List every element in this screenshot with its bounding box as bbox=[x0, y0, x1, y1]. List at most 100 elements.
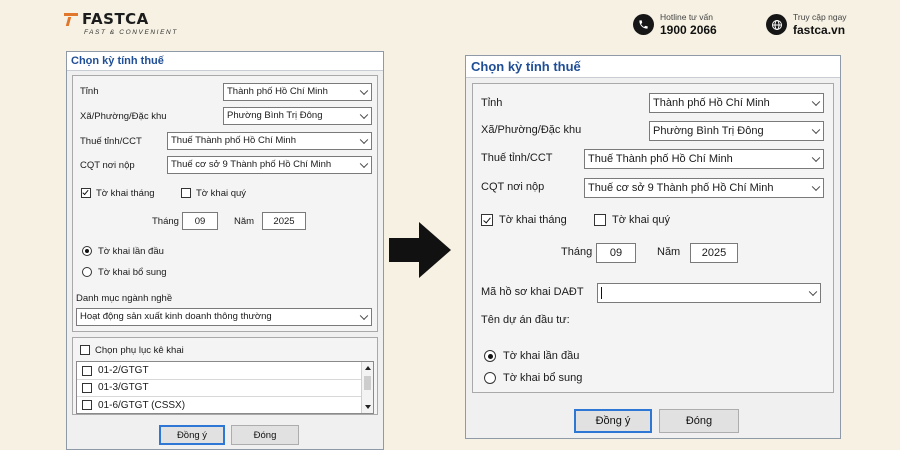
phu-luc-list[interactable]: 01-2/GTGT 01-3/GTGT 01-6/GTGT (CSSX) bbox=[76, 361, 374, 414]
right-dialog: Chọn kỳ tính thuế Tỉnh Thành phố Hồ Chí … bbox=[465, 55, 841, 439]
phu-luc-checkbox[interactable] bbox=[80, 345, 90, 355]
cqt-value: Thuế cơ sở 9 Thành phố Hồ Chí Minh bbox=[588, 182, 774, 194]
list-item-checkbox[interactable] bbox=[82, 365, 92, 376]
quy-checkbox-label: Tờ khai quý bbox=[612, 214, 670, 226]
thang-input[interactable]: 09 bbox=[596, 243, 636, 263]
tinh-select[interactable]: Thành phố Hồ Chí Minh bbox=[649, 93, 824, 113]
phu-luc-label: Chọn phụ lục kê khai bbox=[95, 345, 184, 356]
lan-dau-radio[interactable] bbox=[82, 246, 92, 256]
website-url[interactable]: fastca.vn bbox=[793, 23, 847, 37]
chevron-down-icon bbox=[359, 159, 369, 169]
lan-dau-radio[interactable] bbox=[484, 350, 496, 362]
thang-checkbox[interactable] bbox=[81, 188, 91, 198]
xa-select[interactable]: Phường Bình Trị Đông bbox=[649, 121, 824, 141]
tinh-label: Tỉnh bbox=[80, 86, 99, 97]
main-frame: Tỉnh Thành phố Hồ Chí Minh Xã/Phường/Đặc… bbox=[72, 75, 378, 332]
nam-label: Năm bbox=[234, 216, 255, 227]
xa-label: Xã/Phường/Đặc khu bbox=[481, 124, 582, 136]
scroll-down-icon[interactable] bbox=[365, 405, 371, 409]
thang-label: Tháng bbox=[152, 216, 179, 227]
list-item-label: 01-3/GTGT bbox=[98, 382, 149, 393]
close-button[interactable]: Đóng bbox=[231, 425, 299, 445]
tinh-label: Tỉnh bbox=[481, 97, 503, 109]
lan-dau-label: Tờ khai lần đầu bbox=[98, 246, 164, 257]
dialog-title: Chọn kỳ tính thuế bbox=[466, 56, 840, 78]
left-dialog: Chọn kỳ tính thuế Tỉnh Thành phố Hồ Chí … bbox=[66, 51, 384, 450]
quy-checkbox[interactable] bbox=[594, 214, 606, 226]
website-contact[interactable]: Truy cập ngay fastca.vn bbox=[766, 12, 847, 37]
ok-button[interactable]: Đồng ý bbox=[159, 425, 225, 445]
main-frame: Tỉnh Thành phố Hồ Chí Minh Xã/Phường/Đặc… bbox=[472, 83, 834, 393]
chevron-down-icon bbox=[359, 110, 369, 120]
chevron-down-icon bbox=[811, 97, 821, 107]
cqt-select[interactable]: Thuế cơ sở 9 Thành phố Hồ Chí Minh bbox=[167, 156, 372, 174]
quy-checkbox[interactable] bbox=[181, 188, 191, 198]
ma-ho-so-select[interactable] bbox=[597, 283, 821, 303]
cqt-select[interactable]: Thuế cơ sở 9 Thành phố Hồ Chí Minh bbox=[584, 178, 824, 198]
fastca-logo: FASTCA FAST & CONVENIENT bbox=[64, 10, 178, 36]
bo-sung-label: Tờ khai bổ sung bbox=[503, 372, 583, 384]
list-item[interactable]: 01-3/GTGT bbox=[77, 379, 361, 397]
nam-input[interactable]: 2025 bbox=[262, 212, 306, 230]
list-item-checkbox[interactable] bbox=[82, 382, 92, 393]
nam-label: Năm bbox=[657, 246, 681, 258]
chevron-down-icon bbox=[359, 86, 369, 96]
thang-checkbox[interactable] bbox=[481, 214, 493, 226]
chevron-down-icon bbox=[359, 311, 369, 321]
list-item-checkbox[interactable] bbox=[82, 400, 92, 410]
list-scrollbar[interactable] bbox=[361, 362, 373, 413]
scroll-up-icon[interactable] bbox=[365, 366, 371, 370]
thang-label: Tháng bbox=[561, 246, 593, 258]
list-item[interactable]: 01-2/GTGT bbox=[77, 362, 361, 380]
brand-name: FASTCA bbox=[82, 10, 149, 28]
tinh-value: Thành phố Hồ Chí Minh bbox=[653, 97, 770, 109]
cqt-label: CQT nơi nộp bbox=[80, 160, 135, 171]
chevron-down-icon bbox=[808, 287, 818, 297]
danh-muc-label: Danh mục ngành nghề bbox=[76, 293, 173, 304]
chevron-down-icon bbox=[359, 135, 369, 145]
xa-select[interactable]: Phường Bình Trị Đông bbox=[223, 107, 372, 125]
danh-muc-select[interactable]: Hoạt động sản xuất kinh doanh thông thườ… bbox=[76, 308, 372, 326]
thang-checkbox-label: Tờ khai tháng bbox=[499, 214, 567, 226]
lan-dau-label: Tờ khai lần đầu bbox=[503, 350, 580, 362]
xa-value: Phường Bình Trị Đông bbox=[653, 125, 764, 137]
nam-input[interactable]: 2025 bbox=[690, 243, 738, 263]
phu-luc-frame: Chọn phụ lục kê khai 01-2/GTGT 01-3/GTGT… bbox=[72, 337, 378, 415]
cqt-value: Thuế cơ sở 9 Thành phố Hồ Chí Minh bbox=[171, 159, 332, 170]
thang-checkbox-label: Tờ khai tháng bbox=[96, 188, 155, 199]
fastca-logo-icon bbox=[64, 12, 80, 26]
quy-checkbox-label: Tờ khai quý bbox=[196, 188, 247, 199]
tinh-select[interactable]: Thành phố Hồ Chí Minh bbox=[223, 83, 372, 101]
danh-muc-value: Hoạt động sản xuất kinh doanh thông thườ… bbox=[80, 311, 272, 322]
hotline-contact[interactable]: Hotline tư vấn 1900 2066 bbox=[633, 12, 717, 37]
hotline-label: Hotline tư vấn bbox=[660, 12, 713, 22]
xa-value: Phường Bình Trị Đông bbox=[227, 110, 323, 121]
bo-sung-radio[interactable] bbox=[82, 267, 92, 277]
thue-value: Thuế Thành phố Hồ Chí Minh bbox=[588, 153, 733, 165]
website-label: Truy cập ngay bbox=[793, 12, 847, 22]
thue-label: Thuế tỉnh/CCT bbox=[80, 136, 142, 147]
scroll-thumb[interactable] bbox=[364, 376, 371, 390]
thang-input[interactable]: 09 bbox=[182, 212, 218, 230]
tinh-value: Thành phố Hồ Chí Minh bbox=[227, 86, 328, 97]
ok-button[interactable]: Đồng ý bbox=[574, 409, 652, 433]
ma-ho-so-label: Mã hồ sơ khai DAĐT bbox=[481, 286, 584, 298]
cqt-label: CQT nơi nộp bbox=[481, 181, 545, 193]
list-item-label: 01-6/GTGT (CSSX) bbox=[98, 399, 186, 411]
thue-label: Thuế tỉnh/CCT bbox=[481, 152, 553, 164]
globe-icon bbox=[766, 14, 787, 35]
list-item-label: 01-2/GTGT bbox=[98, 365, 149, 376]
thue-select[interactable]: Thuế Thành phố Hồ Chí Minh bbox=[167, 132, 372, 150]
brand-tagline: FAST & CONVENIENT bbox=[84, 29, 178, 36]
thue-value: Thuế Thành phố Hồ Chí Minh bbox=[171, 135, 296, 146]
chevron-down-icon bbox=[811, 125, 821, 135]
thue-select[interactable]: Thuế Thành phố Hồ Chí Minh bbox=[584, 149, 824, 169]
chevron-down-icon bbox=[811, 153, 821, 163]
text-cursor bbox=[601, 287, 602, 300]
bo-sung-radio[interactable] bbox=[484, 372, 496, 384]
xa-label: Xã/Phường/Đặc khu bbox=[80, 111, 167, 122]
close-button[interactable]: Đóng bbox=[659, 409, 739, 433]
list-item[interactable]: 01-6/GTGT (CSSX) bbox=[77, 396, 361, 414]
hotline-number[interactable]: 1900 2066 bbox=[660, 23, 717, 37]
phone-icon bbox=[633, 14, 654, 35]
